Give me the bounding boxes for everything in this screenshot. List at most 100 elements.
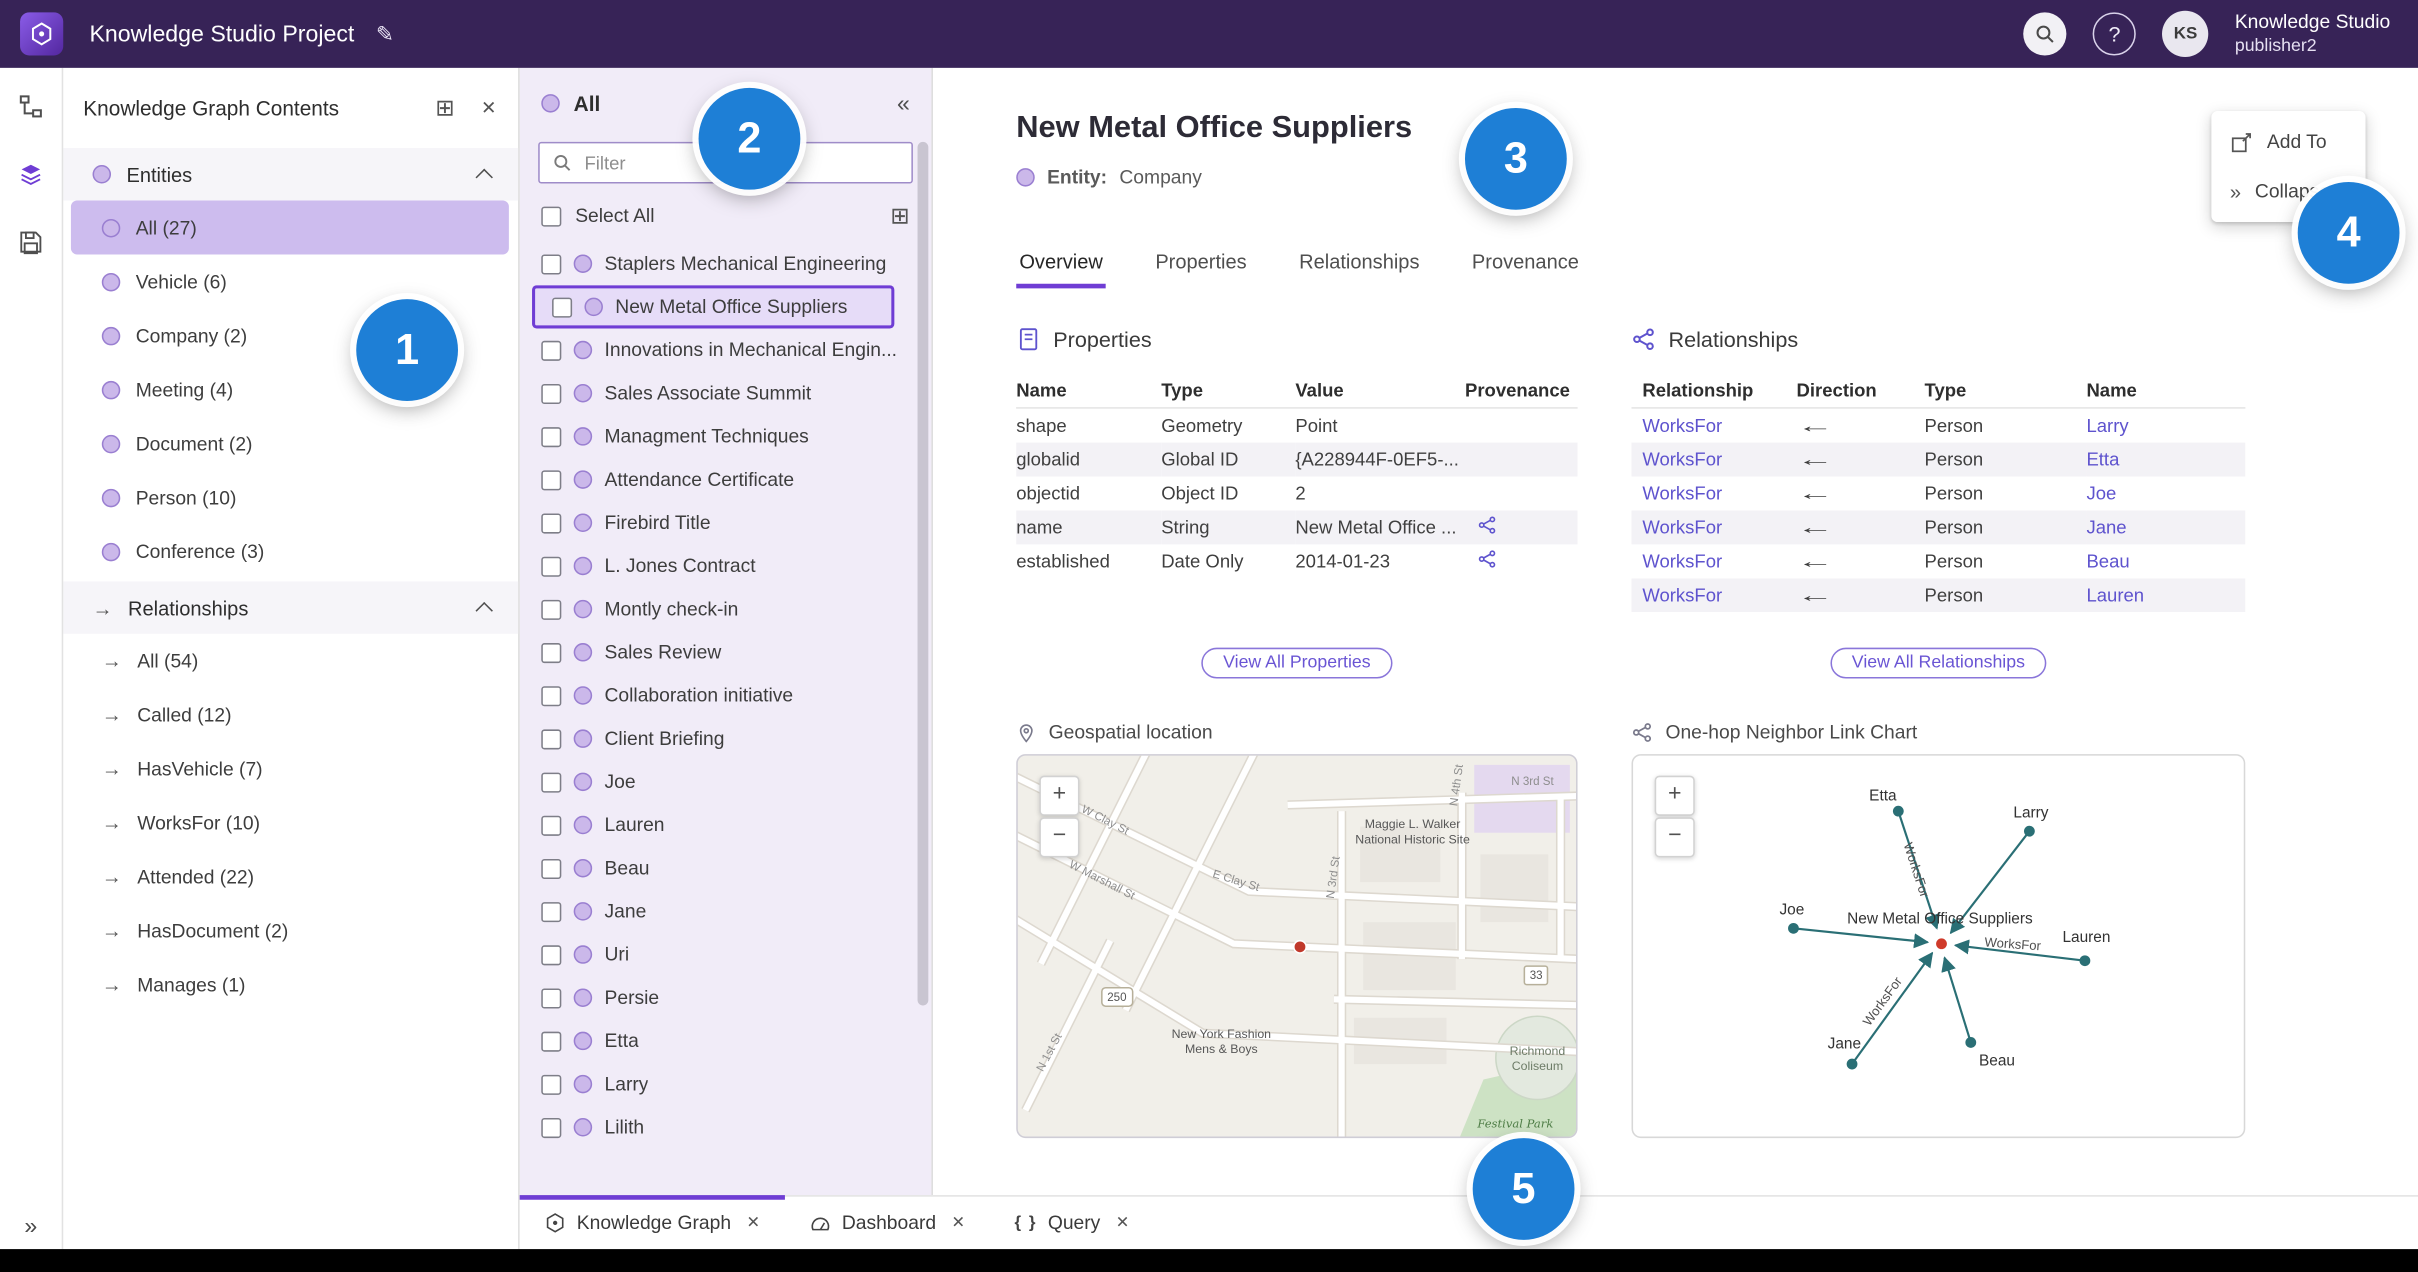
- item-checkbox[interactable]: [541, 469, 562, 490]
- graph-node[interactable]: [1965, 1037, 1977, 1048]
- relationship-type-item[interactable]: → Manages (1): [62, 958, 518, 1012]
- zoom-out-button[interactable]: −: [1654, 817, 1695, 858]
- save-icon[interactable]: [0, 213, 62, 272]
- app-logo-icon[interactable]: [20, 12, 64, 56]
- graph-node[interactable]: [2023, 825, 2035, 837]
- list-item[interactable]: Etta: [520, 1019, 932, 1062]
- provenance-icon[interactable]: [1477, 515, 1497, 535]
- view-all-relationships-button[interactable]: View All Relationships: [1830, 647, 2047, 679]
- item-checkbox[interactable]: [541, 253, 562, 274]
- expand-rail-icon[interactable]: »: [0, 1214, 62, 1240]
- map-marker-icon[interactable]: [1293, 939, 1307, 954]
- list-item[interactable]: Persie: [520, 976, 932, 1019]
- list-item[interactable]: Sales Review: [520, 631, 932, 674]
- close-tab-icon[interactable]: ✕: [1116, 1214, 1130, 1233]
- add-box-icon[interactable]: ⊞: [890, 204, 909, 227]
- entity-type-item[interactable]: Person (10): [62, 470, 518, 524]
- list-item[interactable]: Beau: [520, 847, 932, 890]
- entity-link[interactable]: Etta: [2086, 449, 2119, 471]
- tab-provenance[interactable]: Provenance: [1469, 241, 1582, 289]
- layers-icon[interactable]: [0, 145, 62, 204]
- entity-link[interactable]: Lauren: [2086, 584, 2144, 606]
- select-all-checkbox[interactable]: [541, 205, 562, 226]
- entity-link[interactable]: Joe: [2086, 483, 2116, 505]
- entity-type-item-all[interactable]: All (27): [70, 200, 509, 255]
- entity-type-item[interactable]: Conference (3): [62, 524, 518, 578]
- list-item[interactable]: Innovations in Mechanical Engin...: [520, 328, 932, 371]
- search-button[interactable]: [2023, 12, 2067, 56]
- list-item[interactable]: Larry: [520, 1063, 932, 1106]
- item-checkbox[interactable]: [541, 901, 562, 922]
- list-item[interactable]: Staplers Mechanical Engineering: [520, 242, 932, 285]
- tab-knowledge-graph[interactable]: Knowledge Graph ✕: [519, 1195, 785, 1249]
- item-checkbox[interactable]: [541, 340, 562, 361]
- item-checkbox[interactable]: [541, 944, 562, 965]
- graph-node[interactable]: [1788, 922, 1799, 934]
- item-checkbox[interactable]: [541, 383, 562, 404]
- entity-link[interactable]: Jane: [2086, 517, 2126, 539]
- item-checkbox[interactable]: [541, 1030, 562, 1051]
- add-to-menu-item[interactable]: Add To: [2211, 117, 2365, 166]
- list-item[interactable]: Managment Techniques: [520, 415, 932, 458]
- list-item[interactable]: Montly check-in: [520, 588, 932, 631]
- add-box-icon[interactable]: ⊞: [435, 96, 454, 119]
- zoom-in-button[interactable]: +: [1654, 775, 1695, 816]
- close-panel-icon[interactable]: ✕: [481, 99, 497, 118]
- collapse-panel-icon[interactable]: «: [897, 90, 910, 116]
- item-checkbox[interactable]: [541, 728, 562, 749]
- entity-type-item[interactable]: Vehicle (6): [62, 254, 518, 308]
- list-item[interactable]: Attendance Certificate: [520, 458, 932, 501]
- geospatial-map[interactable]: W Clay St E Clay St W Marshall St N 1st …: [1016, 754, 1578, 1139]
- relationship-link[interactable]: WorksFor: [1642, 449, 1722, 471]
- relationship-type-item[interactable]: → All (54): [62, 634, 518, 688]
- relationship-type-item[interactable]: → WorksFor (10): [62, 796, 518, 850]
- graph-center-node[interactable]: [1936, 938, 1947, 950]
- graph-node[interactable]: [1892, 805, 1904, 817]
- avatar[interactable]: KS: [2162, 10, 2209, 58]
- item-checkbox[interactable]: [541, 858, 562, 879]
- graph-node[interactable]: [1846, 1058, 1858, 1070]
- list-item[interactable]: Lauren: [520, 803, 932, 846]
- relationship-type-item[interactable]: → HasVehicle (7): [62, 742, 518, 796]
- item-checkbox[interactable]: [541, 426, 562, 447]
- view-all-properties-button[interactable]: View All Properties: [1201, 647, 1393, 679]
- tab-properties[interactable]: Properties: [1152, 241, 1250, 289]
- tab-overview[interactable]: Overview: [1016, 241, 1107, 289]
- list-item[interactable]: Client Briefing: [520, 717, 932, 760]
- item-checkbox[interactable]: [541, 771, 562, 792]
- relationship-link[interactable]: WorksFor: [1642, 551, 1722, 573]
- zoom-out-button[interactable]: −: [1039, 817, 1080, 858]
- relationships-section-header[interactable]: → Relationships: [61, 581, 519, 634]
- list-item[interactable]: Lilith: [520, 1106, 932, 1149]
- graph-node[interactable]: [2079, 955, 2091, 967]
- item-checkbox[interactable]: [541, 642, 562, 663]
- list-item[interactable]: Joe: [520, 760, 932, 803]
- relationship-link[interactable]: WorksFor: [1642, 517, 1722, 539]
- tab-relationships[interactable]: Relationships: [1296, 241, 1423, 289]
- list-item[interactable]: Jane: [520, 890, 932, 933]
- list-item[interactable]: Uri: [520, 933, 932, 976]
- link-chart[interactable]: Etta Larry Joe Lauren Jane Beau New Meta…: [1631, 754, 2246, 1139]
- entity-type-item[interactable]: Document (2): [62, 416, 518, 470]
- close-tab-icon[interactable]: ✕: [952, 1214, 966, 1233]
- zoom-in-button[interactable]: +: [1039, 775, 1080, 816]
- hierarchy-icon[interactable]: [0, 77, 62, 136]
- relationship-type-item[interactable]: → HasDocument (2): [62, 904, 518, 958]
- relationship-link[interactable]: WorksFor: [1642, 483, 1722, 505]
- relationship-type-item[interactable]: → Called (12): [62, 688, 518, 742]
- help-button[interactable]: ?: [2092, 12, 2137, 56]
- item-checkbox[interactable]: [541, 1074, 562, 1095]
- entities-section-header[interactable]: Entities: [61, 148, 519, 201]
- list-item[interactable]: Sales Associate Summit: [520, 372, 932, 415]
- item-checkbox[interactable]: [541, 814, 562, 836]
- provenance-icon[interactable]: [1477, 549, 1497, 569]
- item-checkbox[interactable]: [541, 987, 562, 1008]
- list-item[interactable]: Firebird Title: [520, 501, 932, 544]
- tab-dashboard[interactable]: Dashboard ✕: [785, 1197, 990, 1249]
- list-item-selected[interactable]: New Metal Office Suppliers: [532, 285, 895, 329]
- relationship-link[interactable]: WorksFor: [1642, 584, 1722, 606]
- scrollbar[interactable]: [917, 141, 929, 1006]
- item-checkbox[interactable]: [541, 1117, 562, 1138]
- item-checkbox[interactable]: [541, 685, 562, 706]
- list-item[interactable]: L. Jones Contract: [520, 544, 932, 587]
